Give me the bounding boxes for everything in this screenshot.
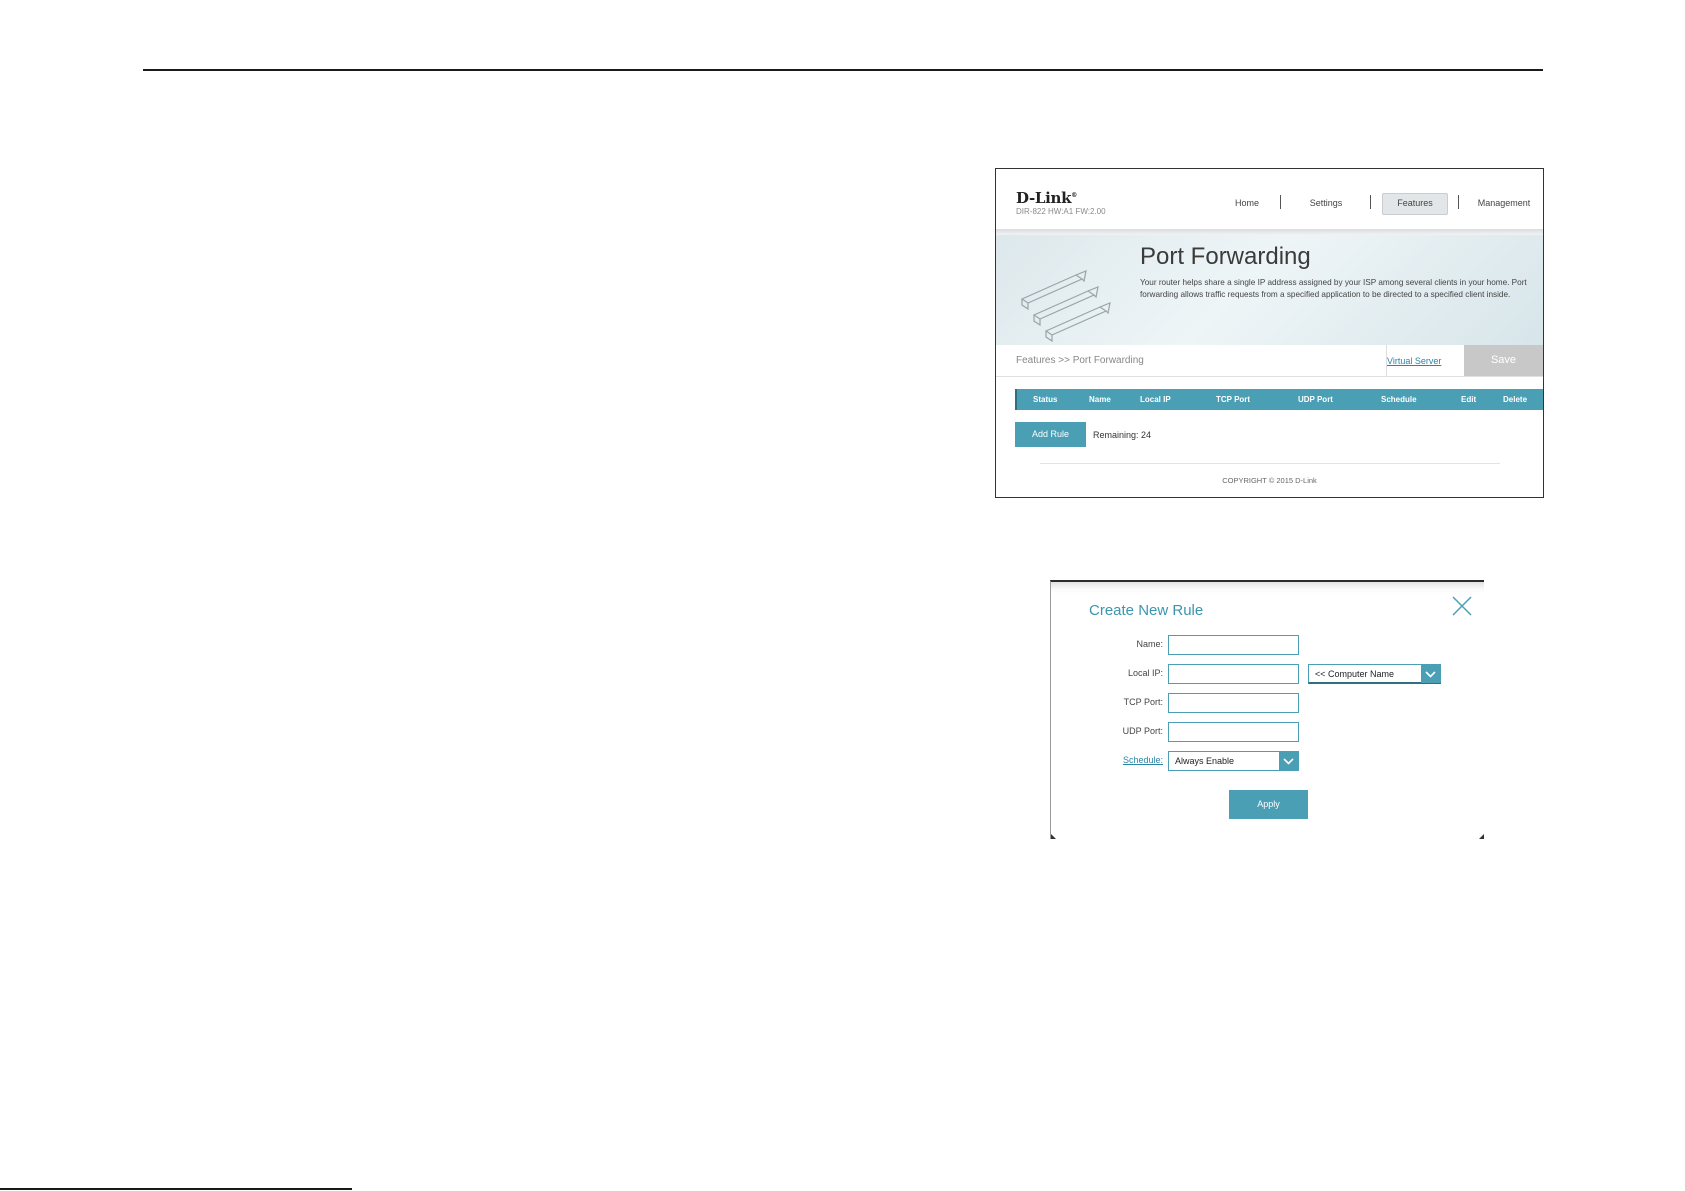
computer-name-select-value: << Computer Name: [1315, 669, 1395, 679]
column-tcp-port: TCP Port: [1216, 395, 1251, 404]
column-udp-port: UDP Port: [1298, 395, 1333, 404]
tcp-port-label: TCP Port:: [1123, 697, 1163, 707]
udp-port-label: UDP Port:: [1122, 726, 1163, 736]
chevron-down-icon: [1279, 752, 1298, 770]
close-icon[interactable]: [1451, 595, 1473, 617]
page-title: Port Forwarding: [1140, 243, 1311, 270]
schedule-link[interactable]: Schedule:: [1123, 755, 1163, 765]
nav-separator: [1370, 195, 1371, 209]
page-bottom-rule: [0, 1188, 352, 1190]
name-label: Name:: [1136, 639, 1163, 649]
router-header: D-Link® DIR-822 HW:A1 FW:2.00 Home Setti…: [996, 169, 1543, 229]
udp-port-input[interactable]: [1168, 722, 1299, 742]
column-edit: Edit: [1461, 395, 1477, 404]
copyright-text: COPYRIGHT © 2015 D-Link: [1222, 476, 1317, 485]
rules-table-header: Status Name Local IP TCP Port UDP Port S…: [1015, 389, 1543, 410]
model-info: DIR-822 HW:A1 FW:2.00: [1016, 207, 1106, 216]
page-description: Your router helps share a single IP addr…: [1140, 278, 1527, 299]
nav-features[interactable]: Features: [1383, 198, 1447, 208]
schedule-select-value: Always Enable: [1175, 756, 1235, 766]
column-local-ip: Local IP: [1140, 395, 1171, 404]
nav-settings[interactable]: Settings: [1296, 198, 1356, 208]
nav-home[interactable]: Home: [1222, 198, 1272, 208]
schedule-select[interactable]: Always Enable: [1168, 751, 1299, 771]
page-top-rule: [143, 69, 1543, 71]
port-forwarding-arrows-icon: [1020, 270, 1111, 343]
local-ip-input[interactable]: [1168, 664, 1299, 684]
remaining-count: Remaining: 24: [1093, 430, 1152, 440]
local-ip-label: Local IP:: [1127, 668, 1163, 678]
nav-separator: [1280, 195, 1281, 209]
apply-button[interactable]: Apply: [1229, 790, 1308, 819]
breadcrumb-bar: Features >> Port Forwarding Virtual Serv…: [996, 345, 1543, 377]
tcp-port-input[interactable]: [1168, 693, 1299, 713]
add-rule-button[interactable]: Add Rule: [1015, 422, 1086, 447]
column-name: Name: [1089, 395, 1111, 404]
page-banner: Port Forwarding Your router helps share …: [996, 235, 1543, 345]
nav-management[interactable]: Management: [1468, 198, 1540, 208]
dlink-logo: D-Link®: [1016, 189, 1077, 207]
nav-separator: [1458, 195, 1459, 209]
chevron-down-icon: [1421, 665, 1440, 683]
column-status: Status: [1033, 395, 1058, 404]
name-input[interactable]: [1168, 635, 1299, 655]
breadcrumb: Features >> Port Forwarding: [1016, 355, 1144, 366]
computer-name-select[interactable]: << Computer Name: [1308, 664, 1441, 684]
column-delete: Delete: [1503, 395, 1528, 404]
router-page-screenshot: D-Link® DIR-822 HW:A1 FW:2.00 Home Setti…: [995, 168, 1544, 498]
dialog-corner-mark: [1479, 834, 1484, 839]
dialog-corner-mark: [1051, 834, 1056, 839]
virtual-server-link[interactable]: Virtual Server: [1387, 356, 1441, 366]
column-schedule: Schedule: [1381, 395, 1417, 404]
dialog-title: Create New Rule: [1089, 602, 1204, 619]
footer-divider: [1040, 463, 1500, 464]
schedule-label: Schedule:: [1063, 755, 1163, 765]
create-rule-dialog: Create New Rule Name: Local IP: << Compu…: [1050, 580, 1484, 839]
save-button[interactable]: Save: [1464, 345, 1543, 376]
